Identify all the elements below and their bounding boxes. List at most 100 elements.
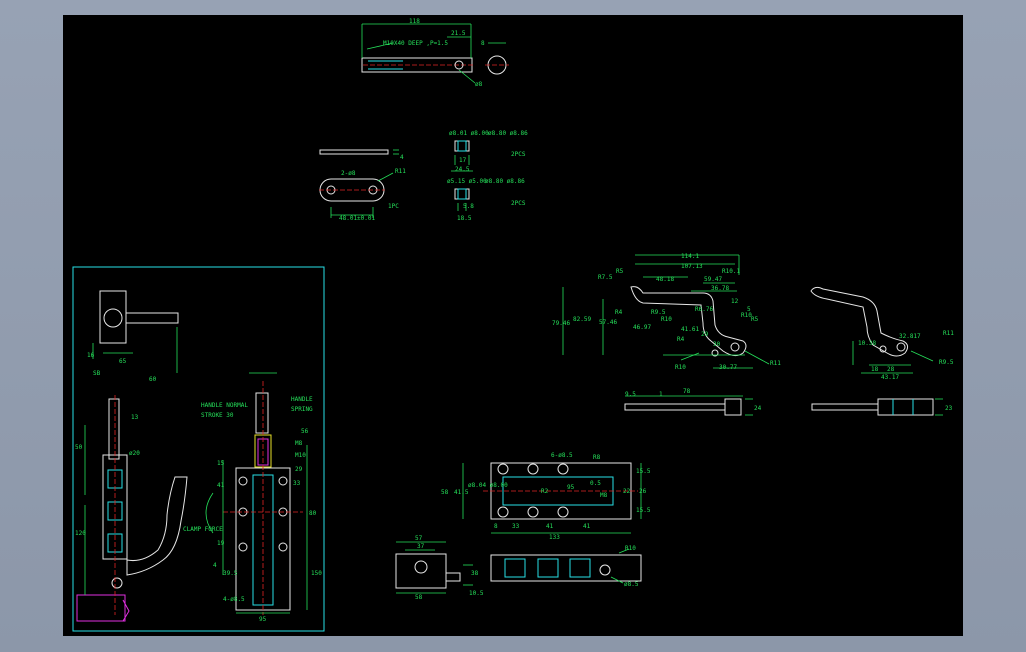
end-view-dim-2: 38 <box>471 570 479 577</box>
handle-dim-14: 46.97 <box>633 324 651 331</box>
handle-dim-25: R10 <box>675 364 686 371</box>
assembly-dim-11: M8 <box>295 440 303 447</box>
handle-dim-7: R10.1 <box>722 268 740 275</box>
handle-dim-26: R11 <box>770 360 781 367</box>
handle-dim-23: 12 <box>731 298 739 305</box>
handle-dim-11: R4 <box>615 309 623 316</box>
base-top-bottom-0: 8 <box>494 523 498 530</box>
base-front-view <box>490 548 642 584</box>
top-part-step-dim: 21.5 <box>451 30 466 37</box>
handle-side-view <box>624 395 753 416</box>
handle-dim-12: R9.5 <box>651 309 666 316</box>
handle-small-dim-2: 32.817 <box>899 333 921 340</box>
assembly-dim-6: 4 <box>213 562 217 569</box>
top-part-thread-note: M10X40 DEEP ,P=1.5 <box>383 40 448 47</box>
handle-side-small-dim: 23 <box>945 405 953 412</box>
top-part-view <box>361 23 509 84</box>
bushing-1-qty: 2PCS <box>511 151 526 158</box>
handle-dim-20: 29 <box>701 331 709 338</box>
handle-dim-24: 5 <box>747 306 751 313</box>
handle-small-dim-5: R11 <box>943 330 954 337</box>
handle-side-dim-0: 9.5 <box>625 391 636 398</box>
handle-dim-1: 107.13 <box>681 263 703 270</box>
top-part-overall-dim: 118 <box>409 18 420 25</box>
handle-dim-15: 41.61 <box>681 326 699 333</box>
assembly-dim-14: 29 <box>295 466 303 473</box>
base-top-inner-1: 95 <box>567 484 575 491</box>
base-top-bottom-3: 41 <box>583 523 591 530</box>
assembly-dim-21: SB <box>93 370 101 377</box>
assembly-dim-13: 56 <box>301 428 309 435</box>
base-front-radius: R10 <box>625 545 636 552</box>
assembly-note-1: STROKE 30 <box>201 412 234 419</box>
bushing-2-qty: 2PCS <box>511 200 526 207</box>
end-view-dim-1: 37 <box>417 543 425 550</box>
handle-small-dim-4: 43.17 <box>881 374 899 381</box>
bushing-2-len1: 5.8 <box>463 203 474 210</box>
handle-dim-2: R7.5 <box>598 274 613 281</box>
assembly-dim-0: 16 <box>87 352 95 359</box>
assembly-dim-17: HANDLE <box>291 396 313 403</box>
end-view-dim-4: 10.5 <box>469 590 484 597</box>
handle-side-dim-2: 78 <box>683 388 691 395</box>
base-top-bottom-2: 41 <box>546 523 554 530</box>
handle-dim-16: R4 <box>677 336 685 343</box>
handle-dim-19: R5 <box>751 316 759 323</box>
end-view-dim-3: 58 <box>415 594 423 601</box>
handle-dim-0: 114.1 <box>681 253 699 260</box>
assembly-dim-18: SPRING <box>291 406 313 413</box>
handle-dim-17: R6.76 <box>695 306 713 313</box>
assembly-dim-16: 33 <box>293 480 301 487</box>
plate-view <box>319 149 399 218</box>
handle-dim-21: 30 <box>713 341 721 348</box>
handle-dim-4: 48.18 <box>656 276 674 283</box>
base-top-dim-left-2: ø8.04 ø8.00 <box>468 482 508 489</box>
handle-dim-13: R10 <box>661 316 672 323</box>
base-top-dim-right-1: 22 <box>623 488 631 495</box>
handle-small-dim-3: 28 <box>887 366 895 373</box>
bushing-2-dia2: ø8.80 ø8.86 <box>485 178 525 185</box>
assembly-panel <box>72 266 325 632</box>
handle-dim-6: 36.78 <box>711 285 729 292</box>
assembly-dim-4: 120 <box>75 530 86 537</box>
end-view <box>395 541 473 594</box>
base-front-hole: ø8.5 <box>624 581 639 588</box>
plate-thickness-dim: 4 <box>400 154 404 161</box>
handle-side-dim-1: 1 <box>659 391 663 398</box>
handle-dim-8: 79.46 <box>552 320 570 327</box>
base-top-bottom-1: 33 <box>512 523 520 530</box>
bushing-2-len2: 18.5 <box>457 215 472 222</box>
assembly-dim-20: 60 <box>149 376 157 383</box>
handle-dim-9: 82.59 <box>573 316 591 323</box>
base-top-inner-2: 0.5 <box>590 480 601 487</box>
bushing-1-len1: 17 <box>459 157 467 164</box>
handle-dim-3: R5 <box>616 268 624 275</box>
assembly-dim-65: 65 <box>119 358 127 365</box>
base-top-holes: 6-ø8.5 <box>551 452 573 459</box>
handle-dim-22: 30.77 <box>719 364 737 371</box>
assembly-dim-1: 13 <box>131 414 139 421</box>
handle-small-dim-6: R9.5 <box>939 359 954 366</box>
assembly-dim-7: 39.5 <box>223 570 238 577</box>
assembly-dim-10: 19 <box>217 540 225 547</box>
assembly-clamp-force: CLAMP FORCE <box>183 526 223 533</box>
handle-small-dim-1: 18 <box>871 366 879 373</box>
handle-side-dim-3: 24 <box>754 405 762 412</box>
base-top-inner-3: M8 <box>600 492 608 499</box>
assembly-dim-22: 95 <box>259 616 267 623</box>
assembly-dim-8: 15 <box>217 460 225 467</box>
assembly-dim-9: 41 <box>217 482 225 489</box>
base-top-bottom-4: 133 <box>549 534 560 541</box>
assembly-dim-3: 50 <box>75 444 83 451</box>
base-top-dim-right-3: 15.5 <box>636 507 651 514</box>
drawing-sheet: 118 21.5 8 M10X40 DEEP ,P=1.5 ø8 4 2-ø8 … <box>63 15 963 636</box>
assembly-dim-15: 4-ø8.5 <box>223 596 245 603</box>
bushing-1-len2: 24.5 <box>455 166 470 173</box>
end-view-dim-0: 57 <box>415 535 423 542</box>
handle-dim-5: 59.47 <box>704 276 722 283</box>
base-top-dim-right-2: 26 <box>639 488 647 495</box>
assembly-dim-5: 80 <box>309 510 317 517</box>
handle-side-small-view <box>811 398 943 416</box>
base-top-inner-0: R2 <box>541 488 549 495</box>
base-top-dim-left-1: 41.5 <box>454 489 469 496</box>
